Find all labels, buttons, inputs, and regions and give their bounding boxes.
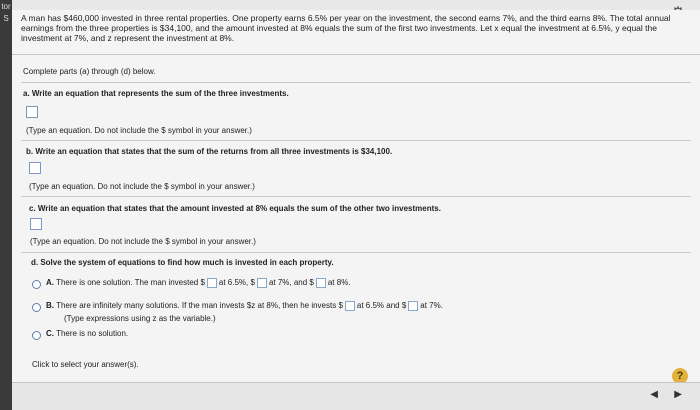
option-b-input-7[interactable] xyxy=(408,301,419,311)
part-c-answer-box[interactable] xyxy=(30,218,42,230)
option-a-letter: A. xyxy=(46,278,54,288)
option-a-text-4: at 8%. xyxy=(327,278,351,288)
part-a-answer-box[interactable] xyxy=(26,106,38,118)
part-c-question: c. Write an equation that states that th… xyxy=(29,204,441,213)
option-a-text-2: at 6.5%, $ xyxy=(218,278,255,288)
question-panel: A man has $460,000 invested in three ren… xyxy=(12,10,700,390)
option-b-text-2: at 6.5% and $ xyxy=(356,301,407,311)
option-b-row[interactable]: B. There are infinitely many solutions. … xyxy=(46,301,443,311)
footer-bar: ◀ ▶ xyxy=(12,382,700,410)
left-strip-text-2: S xyxy=(3,14,9,23)
part-b-question: b. Write an equation that states that th… xyxy=(26,147,393,156)
option-a-input-6-5[interactable] xyxy=(206,278,217,288)
option-c-radio[interactable] xyxy=(32,331,41,340)
prev-arrow-icon[interactable]: ◀ xyxy=(650,389,658,400)
part-b-hint: (Type an equation. Do not include the $ … xyxy=(29,182,255,191)
option-b-text-1: There are infinitely many solutions. If … xyxy=(56,301,343,311)
next-arrow-icon[interactable]: ▶ xyxy=(674,389,682,400)
option-a-text-3: at 7%, and $ xyxy=(268,278,314,288)
problem-statement: A man has $460,000 invested in three ren… xyxy=(21,13,671,43)
option-a-row[interactable]: A. There is one solution. The man invest… xyxy=(46,278,351,288)
option-b-text-3: at 7%. xyxy=(420,301,443,311)
divider xyxy=(21,82,691,83)
option-a-radio[interactable] xyxy=(32,280,41,289)
left-strip-text-1: tor xyxy=(1,2,11,11)
option-b-letter: B. xyxy=(46,301,54,311)
option-b-input-6-5[interactable] xyxy=(344,301,355,311)
option-a-input-7[interactable] xyxy=(256,278,267,288)
left-strip: tor S xyxy=(0,0,12,410)
divider xyxy=(21,196,691,197)
option-a-text-1: There is one solution. The man invested … xyxy=(56,278,205,288)
part-c-hint: (Type an equation. Do not include the $ … xyxy=(30,237,256,246)
option-b-radio[interactable] xyxy=(32,303,41,312)
instructions: Complete parts (a) through (d) below. xyxy=(23,67,156,76)
part-a-hint: (Type an equation. Do not include the $ … xyxy=(26,126,252,135)
option-a-input-8[interactable] xyxy=(315,278,326,288)
part-d-question: d. Solve the system of equations to find… xyxy=(31,258,334,267)
part-b-answer-box[interactable] xyxy=(29,162,41,174)
option-c-text: There is no solution. xyxy=(56,329,129,338)
footer-prompt: Click to select your answer(s). xyxy=(32,360,139,369)
divider xyxy=(21,252,691,253)
option-c-row[interactable]: C. There is no solution. xyxy=(46,329,128,338)
divider xyxy=(21,140,691,141)
option-b-subtext: (Type expressions using z as the variabl… xyxy=(64,314,216,323)
divider xyxy=(12,54,700,55)
part-a-question: a. Write an equation that represents the… xyxy=(23,89,289,98)
option-c-letter: C. xyxy=(46,329,54,338)
